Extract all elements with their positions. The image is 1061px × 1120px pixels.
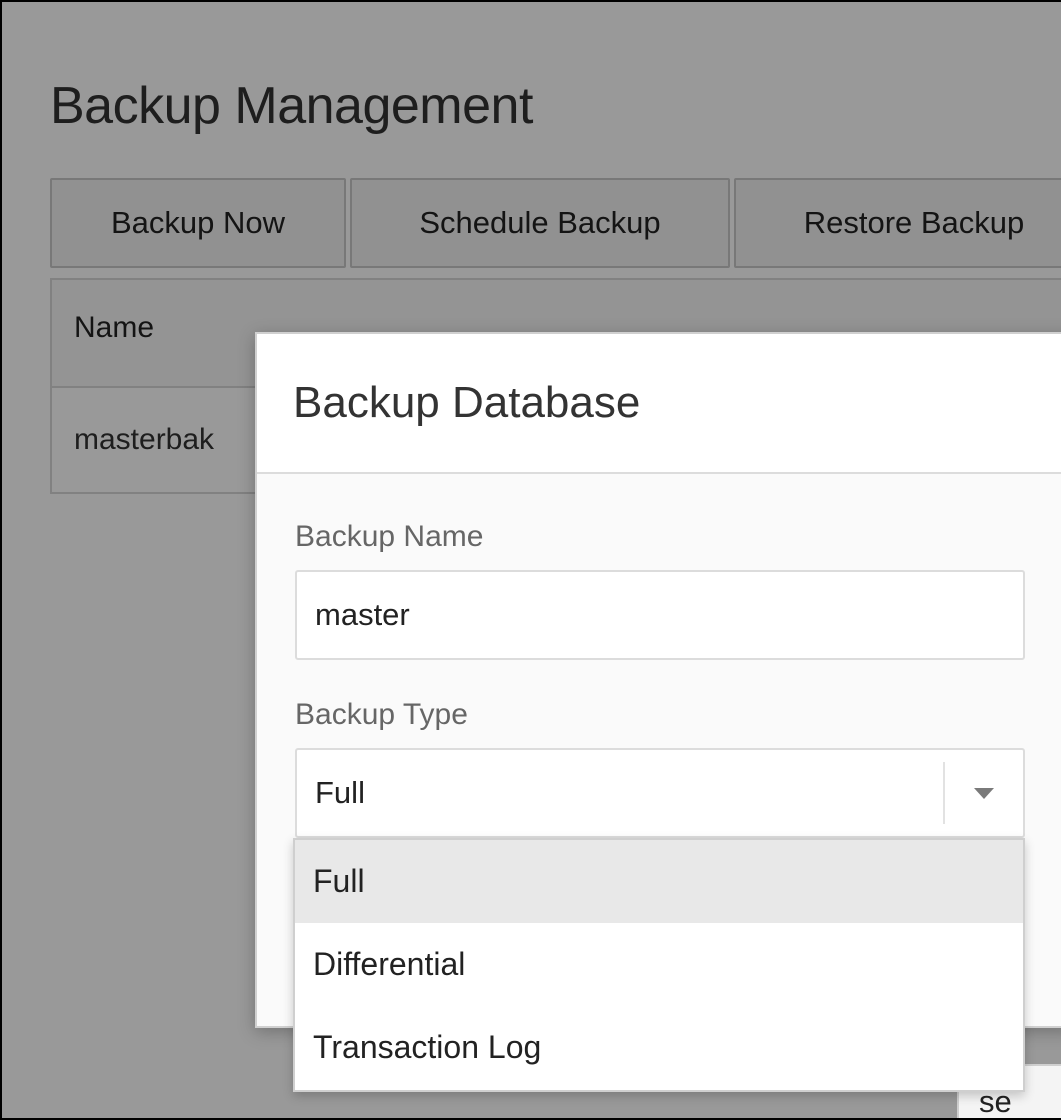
screenshot-frame xyxy=(0,0,1061,1120)
